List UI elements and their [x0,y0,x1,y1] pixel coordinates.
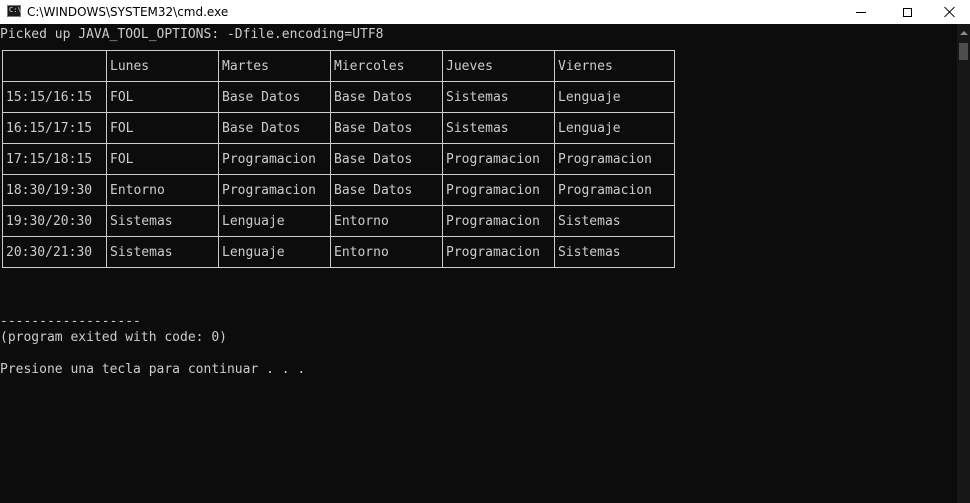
table-row: 18:30/19:30 Entorno Programacion Base Da… [2,174,675,206]
table-row: 20:30/21:30 Sistemas Lenguaje Entorno Pr… [2,236,675,268]
table-cell: Lenguaje [554,81,675,113]
table-row: 15:15/16:15 FOL Base Datos Base Datos Si… [2,81,675,113]
java-options-line: Picked up JAVA_TOOL_OPTIONS: -Dfile.enco… [0,27,384,42]
table-cell: Programacion [218,174,331,206]
time-cell: 15:15/16:15 [2,81,107,113]
header-cell-miercoles: Miercoles [330,50,443,82]
title-bar[interactable]: C:\ C:\WINDOWS\SYSTEM32\cmd.exe [0,0,970,24]
time-cell: 20:30/21:30 [2,236,107,268]
table-cell: Programacion [554,174,675,206]
scroll-up-icon [959,30,968,35]
table-cell: Programacion [442,205,555,237]
header-cell-viernes: Viernes [554,50,675,82]
table-row: 17:15/18:15 FOL Programacion Base Datos … [2,143,675,175]
header-cell-corner [2,50,107,82]
table-cell: Sistemas [554,205,675,237]
table-cell: Entorno [330,205,443,237]
table-cell: Programacion [442,143,555,175]
maximize-button[interactable] [884,0,930,24]
close-button[interactable] [930,0,970,24]
time-cell: 18:30/19:30 [2,174,107,206]
table-cell: Base Datos [218,81,331,113]
table-cell: Base Datos [330,143,443,175]
table-cell: Base Datos [330,81,443,113]
time-cell: 19:30/20:30 [2,205,107,237]
cmd-icon-prompt: C:\ [9,6,22,14]
scroll-thumb[interactable] [959,43,968,60]
table-cell: Lenguaje [218,236,331,268]
table-cell: Sistemas [106,205,219,237]
table-cell: FOL [106,112,219,144]
separator-line: ------------------ [0,314,141,329]
table-cell: Programacion [442,236,555,268]
table-row: 19:30/20:30 Sistemas Lenguaje Entorno Pr… [2,205,675,237]
cmd-window: C:\ C:\WINDOWS\SYSTEM32\cmd.exe Picked u… [0,0,970,503]
table-cell: Sistemas [554,236,675,268]
console-output[interactable]: Picked up JAVA_TOOL_OPTIONS: -Dfile.enco… [0,24,957,503]
window-title: C:\WINDOWS\SYSTEM32\cmd.exe [27,5,229,19]
table-cell: Base Datos [330,174,443,206]
table-row: 16:15/17:15 FOL Base Datos Base Datos Si… [2,112,675,144]
header-cell-jueves: Jueves [442,50,555,82]
table-cell: Programacion [442,174,555,206]
schedule-table: Lunes Martes Miercoles Jueves Viernes 15… [2,50,675,268]
maximize-icon [902,7,912,17]
table-header-row: Lunes Martes Miercoles Jueves Viernes [2,50,675,82]
time-cell: 16:15/17:15 [2,112,107,144]
exit-code-line: (program exited with code: 0) [0,330,227,345]
table-cell: Base Datos [218,112,331,144]
table-cell: Base Datos [330,112,443,144]
table-cell: Lenguaje [218,205,331,237]
table-cell: Sistemas [442,81,555,113]
table-cell: Entorno [330,236,443,268]
press-key-line: Presione una tecla para continuar . . . [0,362,306,377]
table-cell: FOL [106,81,219,113]
table-cell: Sistemas [106,236,219,268]
close-icon [944,6,956,18]
table-cell: FOL [106,143,219,175]
cmd-icon[interactable]: C:\ [7,5,22,17]
table-cell: Programacion [218,143,331,175]
table-cell: Programacion [554,143,675,175]
header-cell-martes: Martes [218,50,331,82]
vertical-scrollbar[interactable] [957,24,970,503]
table-cell: Entorno [106,174,219,206]
header-cell-lunes: Lunes [106,50,219,82]
time-cell: 17:15/18:15 [2,143,107,175]
minimize-icon [856,11,866,13]
minimize-button[interactable] [838,0,884,24]
table-cell: Sistemas [442,112,555,144]
table-cell: Lenguaje [554,112,675,144]
scroll-up-button[interactable] [957,24,970,41]
